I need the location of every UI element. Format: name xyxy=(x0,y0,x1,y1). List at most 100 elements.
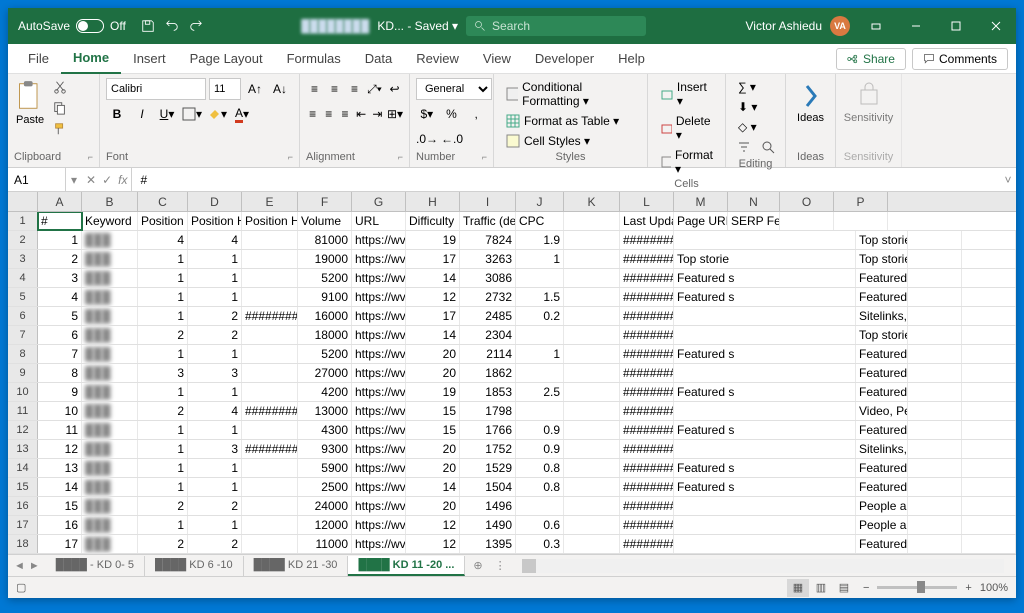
cell[interactable]: 5 xyxy=(38,307,82,325)
cell[interactable] xyxy=(908,288,962,306)
cell[interactable]: Sitelinks, Top stories, Thumbnail, Video… xyxy=(856,307,908,325)
cell[interactable]: ███ xyxy=(82,231,138,249)
column-header-O[interactable]: O xyxy=(780,192,834,211)
cell[interactable]: 1 xyxy=(138,421,188,439)
cell[interactable]: 10 xyxy=(38,402,82,420)
cell[interactable] xyxy=(908,535,962,553)
cell[interactable] xyxy=(962,231,1016,249)
cell[interactable]: 1 xyxy=(188,421,242,439)
cell[interactable]: 1 xyxy=(138,345,188,363)
formula-input[interactable]: # xyxy=(132,168,1000,191)
cell[interactable]: ######## xyxy=(620,497,674,515)
cell[interactable]: ███ xyxy=(82,307,138,325)
cell[interactable]: Position H xyxy=(242,212,298,230)
cell[interactable]: 16000 xyxy=(298,307,352,325)
cell[interactable]: 1529 xyxy=(460,459,516,477)
page-layout-view-icon[interactable]: ▥ xyxy=(810,579,832,597)
cell[interactable] xyxy=(564,516,620,534)
row-header[interactable]: 17 xyxy=(8,516,38,534)
cell[interactable] xyxy=(908,478,962,496)
conditional-formatting-button[interactable]: Conditional Formatting ▾ xyxy=(500,78,641,110)
cell[interactable]: https://wv xyxy=(352,326,406,344)
sensitivity-button[interactable]: Sensitivity xyxy=(842,78,895,128)
cell[interactable]: 0.8 xyxy=(516,478,564,496)
cell[interactable] xyxy=(674,307,856,325)
cell[interactable]: 3086 xyxy=(460,269,516,287)
cell[interactable]: 13000 xyxy=(298,402,352,420)
cell[interactable]: Top stories, Thumbnail, Image pack xyxy=(856,250,908,268)
cell[interactable] xyxy=(516,326,564,344)
cell[interactable]: 19 xyxy=(406,231,460,249)
column-header-D[interactable]: D xyxy=(188,192,242,211)
column-header-J[interactable]: J xyxy=(516,192,564,211)
cell[interactable]: https://wv xyxy=(352,402,406,420)
fill-button[interactable]: ⬇ ▾ xyxy=(732,98,779,116)
tab-formulas[interactable]: Formulas xyxy=(275,44,353,74)
cell[interactable] xyxy=(908,421,962,439)
cell[interactable]: ######## xyxy=(620,535,674,553)
cell[interactable] xyxy=(674,231,856,249)
cell[interactable]: CPC xyxy=(516,212,564,230)
save-icon[interactable] xyxy=(136,14,160,38)
cell[interactable]: 2 xyxy=(188,326,242,344)
cell[interactable] xyxy=(834,212,888,230)
cell[interactable]: https://wv xyxy=(352,478,406,496)
cell[interactable] xyxy=(962,421,1016,439)
cell[interactable]: 15 xyxy=(406,421,460,439)
cell[interactable]: 12000 xyxy=(298,516,352,534)
row-header[interactable]: 13 xyxy=(8,440,38,458)
cell[interactable]: ######## xyxy=(242,440,298,458)
cell[interactable]: 20 xyxy=(406,364,460,382)
cell[interactable] xyxy=(564,307,620,325)
cell[interactable]: 3 xyxy=(188,364,242,382)
column-header-P[interactable]: P xyxy=(834,192,888,211)
cell[interactable]: Featured s xyxy=(674,269,856,287)
cell[interactable] xyxy=(564,326,620,344)
cell[interactable]: https://wv xyxy=(352,231,406,249)
cell[interactable] xyxy=(962,516,1016,534)
cell[interactable]: 0.8 xyxy=(516,459,564,477)
cell[interactable]: 1 xyxy=(138,307,188,325)
cell[interactable]: ███ xyxy=(82,459,138,477)
autosum-button[interactable]: ∑ ▾ xyxy=(732,78,779,96)
insert-cells-button[interactable]: Insert ▾ xyxy=(654,78,719,110)
cell[interactable]: 4 xyxy=(38,288,82,306)
cell[interactable]: 3 xyxy=(138,364,188,382)
cell[interactable]: 3263 xyxy=(460,250,516,268)
cell[interactable]: ███ xyxy=(82,440,138,458)
cancel-fx-icon[interactable]: ✕ xyxy=(86,173,96,187)
cell[interactable]: 5900 xyxy=(298,459,352,477)
cell[interactable] xyxy=(674,402,856,420)
cell[interactable]: 1 xyxy=(138,288,188,306)
tab-help[interactable]: Help xyxy=(606,44,657,74)
sort-filter-icon[interactable] xyxy=(733,136,755,158)
cell[interactable]: 11 xyxy=(38,421,82,439)
cell[interactable]: 1766 xyxy=(460,421,516,439)
cell[interactable] xyxy=(908,345,962,363)
cell[interactable]: 1 xyxy=(188,383,242,401)
decrease-indent-icon[interactable]: ⇤ xyxy=(355,103,368,125)
delete-cells-button[interactable]: Delete ▾ xyxy=(654,112,719,144)
comments-button[interactable]: Comments xyxy=(912,48,1008,70)
column-header-L[interactable]: L xyxy=(620,192,674,211)
cell[interactable] xyxy=(564,231,620,249)
cell[interactable] xyxy=(564,383,620,401)
column-header-B[interactable]: B xyxy=(82,192,138,211)
close-icon[interactable] xyxy=(976,8,1016,44)
zoom-level[interactable]: 100% xyxy=(980,582,1008,594)
italic-button[interactable]: I xyxy=(131,103,153,125)
copy-icon[interactable] xyxy=(50,99,70,117)
sheet-tab[interactable]: ████ KD 21 -30 xyxy=(244,556,349,576)
cell[interactable] xyxy=(564,364,620,382)
decrease-font-icon[interactable]: A↓ xyxy=(269,78,291,100)
cell[interactable] xyxy=(674,440,856,458)
cell[interactable]: 2 xyxy=(138,535,188,553)
maximize-icon[interactable] xyxy=(936,8,976,44)
cell[interactable]: ######## xyxy=(620,440,674,458)
cell[interactable] xyxy=(242,535,298,553)
fill-color-button[interactable]: ▾ xyxy=(206,103,228,125)
cell[interactable]: https://wv xyxy=(352,535,406,553)
cell[interactable]: ######## xyxy=(242,307,298,325)
zoom-in-icon[interactable]: + xyxy=(965,582,971,594)
cell[interactable]: Traffic (de xyxy=(460,212,516,230)
